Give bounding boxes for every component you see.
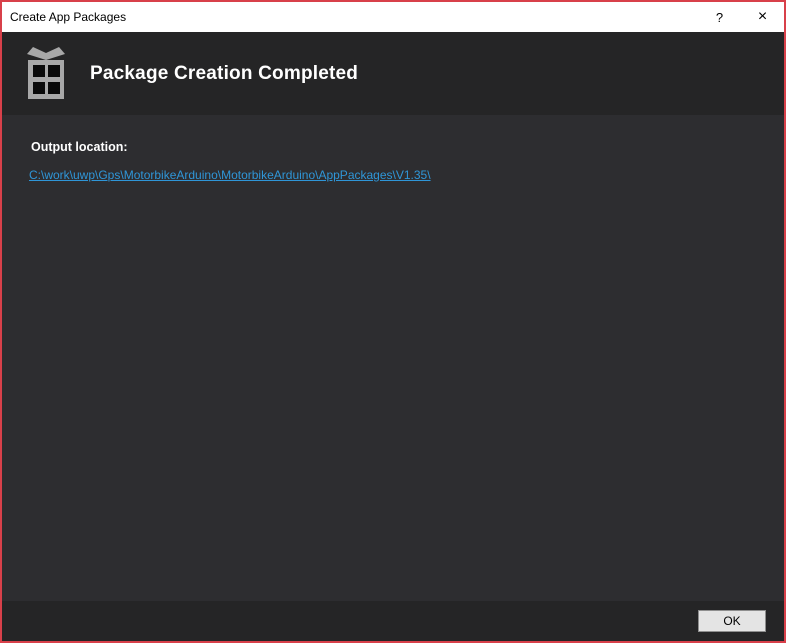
- window-title: Create App Packages: [10, 10, 127, 24]
- output-location-link[interactable]: C:\work\uwp\Gps\MotorbikeArduino\Motorbi…: [29, 168, 431, 182]
- help-icon: ?: [715, 9, 724, 25]
- close-button[interactable]: ×: [741, 2, 784, 32]
- dialog-body: Output location: C:\work\uwp\Gps\Motorbi…: [2, 115, 784, 601]
- output-location-label: Output location:: [31, 140, 128, 154]
- title-bar[interactable]: Create App Packages ? ×: [2, 2, 784, 32]
- close-icon: ×: [757, 8, 768, 25]
- create-app-packages-dialog: Create App Packages ? × Package Creation…: [0, 0, 786, 643]
- ok-button[interactable]: OK: [698, 610, 766, 632]
- help-button[interactable]: ?: [698, 2, 741, 32]
- page-title: Package Creation Completed: [90, 62, 359, 84]
- package-gift-icon: [27, 46, 65, 99]
- dialog-footer: OK: [2, 601, 784, 641]
- dialog-header: Package Creation Completed: [2, 32, 784, 115]
